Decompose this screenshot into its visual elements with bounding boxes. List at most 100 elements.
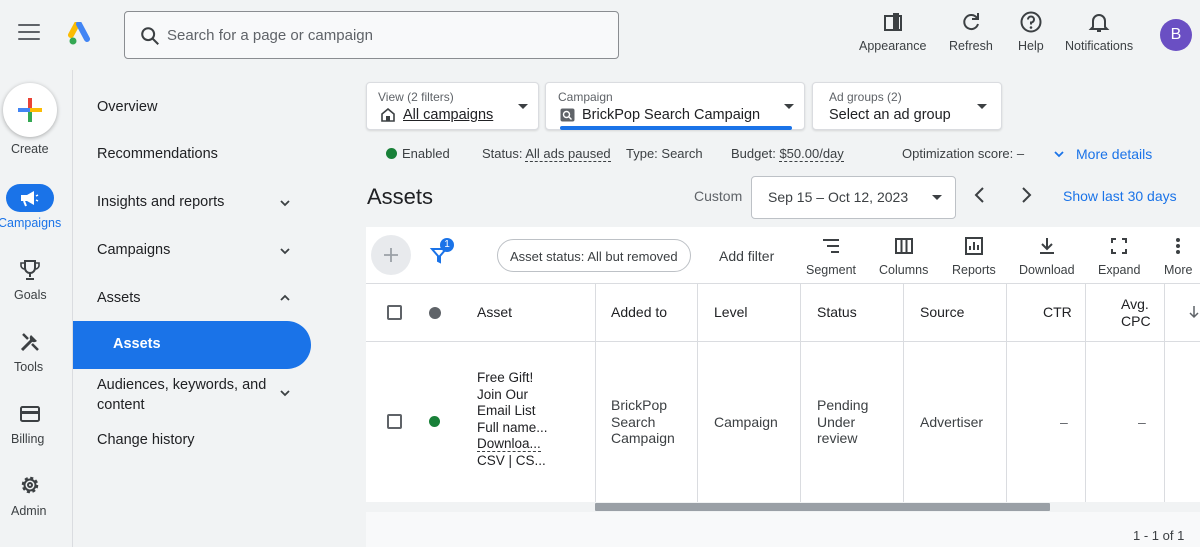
campaigns-label: Campaigns bbox=[0, 216, 62, 230]
nav-item-overview[interactable]: Overview bbox=[97, 99, 157, 115]
create-label: Create bbox=[11, 142, 49, 156]
asset-csv-link[interactable]: CSV | CS... bbox=[477, 453, 548, 470]
nav-item-campaigns[interactable]: Campaigns bbox=[97, 242, 170, 258]
more-details-link[interactable]: More details bbox=[1076, 146, 1152, 162]
view-filter-caption: View (2 filters) bbox=[378, 90, 454, 104]
nav-item-assets-group[interactable]: Assets bbox=[97, 290, 141, 306]
refresh-icon bbox=[963, 13, 979, 31]
budget-value[interactable]: $50.00/day bbox=[779, 146, 844, 162]
ad-groups-filter-caption: Ad groups (2) bbox=[829, 90, 902, 104]
enabled-label: Enabled bbox=[402, 146, 450, 161]
reports-button[interactable]: Reports bbox=[952, 236, 996, 277]
reports-label: Reports bbox=[952, 263, 996, 277]
horizontal-scrollbar[interactable] bbox=[366, 502, 1200, 512]
asset-cell[interactable]: Free Gift! Join Our Email List Full name… bbox=[477, 370, 548, 469]
assets-table-card: 1 Asset status: All but removed Add filt… bbox=[366, 227, 1200, 547]
help-button[interactable]: Help bbox=[1018, 10, 1044, 53]
appearance-label: Appearance bbox=[859, 39, 927, 53]
rail-item-campaigns[interactable]: Campaigns bbox=[0, 184, 62, 234]
chevron-down-icon[interactable] bbox=[278, 386, 292, 400]
nav-item-audiences[interactable]: Audiences, keywords, and content bbox=[97, 375, 266, 415]
megaphone-icon bbox=[21, 191, 39, 207]
nav-item-insights[interactable]: Insights and reports bbox=[97, 194, 224, 210]
dropdown-arrow-icon bbox=[932, 195, 942, 200]
table-toolbar: 1 Asset status: All but removed Add filt… bbox=[366, 227, 1200, 284]
ad-groups-filter-value: Select an ad group bbox=[829, 107, 951, 123]
view-filter-value: All campaigns bbox=[403, 107, 494, 123]
tools-icon bbox=[20, 333, 39, 352]
segment-button[interactable]: Segment bbox=[806, 236, 856, 277]
download-button[interactable]: Download bbox=[1019, 236, 1075, 277]
view-filter-dropdown[interactable]: View (2 filters) All campaigns bbox=[366, 82, 539, 130]
download-label: Download bbox=[1019, 263, 1075, 277]
column-header-level-label: Level bbox=[714, 304, 748, 320]
ads-status-value[interactable]: All ads paused bbox=[525, 146, 611, 162]
plus-icon bbox=[384, 248, 398, 262]
rail-item-admin[interactable]: Admin bbox=[0, 472, 60, 522]
nav-item-recommendations[interactable]: Recommendations bbox=[97, 146, 218, 162]
appearance-button[interactable]: Appearance bbox=[859, 10, 926, 53]
asset-line: Join Our bbox=[477, 386, 529, 402]
status-line: review bbox=[817, 430, 858, 446]
chevron-down-icon[interactable] bbox=[278, 196, 292, 210]
search-input[interactable] bbox=[167, 22, 597, 48]
tools-label: Tools bbox=[14, 360, 44, 374]
admin-label: Admin bbox=[11, 504, 47, 518]
rail-item-billing[interactable]: Billing bbox=[0, 400, 60, 450]
asset-download-link[interactable]: Downloa... bbox=[477, 436, 541, 452]
arrow-down-icon[interactable] bbox=[1188, 305, 1200, 319]
segment-label: Segment bbox=[806, 263, 857, 277]
added-to-line: Campaign bbox=[611, 430, 675, 446]
reports-icon bbox=[964, 237, 983, 255]
ad-groups-filter-dropdown[interactable]: Ad groups (2) Select an ad group bbox=[812, 82, 1002, 130]
date-range-value: Sep 15 – Oct 12, 2023 bbox=[768, 189, 909, 205]
show-last-30-days-link[interactable]: Show last 30 days bbox=[1063, 188, 1177, 204]
more-button[interactable]: More bbox=[1164, 236, 1192, 277]
status-column-dot bbox=[429, 307, 441, 319]
asset-status-filter-label: Asset status: All but removed bbox=[510, 249, 678, 264]
chevron-down-icon[interactable] bbox=[278, 244, 292, 258]
rail-item-tools[interactable]: Tools bbox=[0, 328, 60, 378]
row-checkbox[interactable] bbox=[387, 414, 402, 429]
column-header-asset-label: Asset bbox=[477, 304, 513, 320]
avatar[interactable]: B bbox=[1160, 19, 1192, 51]
google-ads-logo[interactable] bbox=[68, 22, 96, 46]
audiences-label-line1: Audiences, keywords, and bbox=[97, 377, 267, 393]
chevron-right-icon[interactable] bbox=[1016, 185, 1036, 205]
campaign-type: Type: Search bbox=[626, 146, 703, 161]
budget: Budget: $50.00/day bbox=[731, 146, 844, 162]
notifications-button[interactable]: Notifications bbox=[1065, 10, 1133, 53]
create-button[interactable] bbox=[3, 83, 57, 137]
search-box[interactable] bbox=[124, 11, 619, 59]
nav-item-change-history[interactable]: Change history bbox=[97, 432, 195, 448]
refresh-button[interactable]: Refresh bbox=[949, 10, 993, 53]
nav-item-assets[interactable]: Assets bbox=[73, 321, 311, 369]
table-row: Free Gift! Join Our Email List Full name… bbox=[366, 342, 1200, 502]
chevron-left-icon[interactable] bbox=[970, 185, 990, 205]
menu-icon[interactable] bbox=[18, 24, 40, 42]
nav-item-assets-label: Assets bbox=[113, 336, 161, 352]
columns-button[interactable]: Columns bbox=[879, 236, 928, 277]
asset-status-filter-chip[interactable]: Asset status: All but removed bbox=[497, 239, 691, 272]
column-header-ctr-label: CTR bbox=[1043, 304, 1072, 320]
expand-button[interactable]: Expand bbox=[1098, 236, 1140, 277]
download-icon bbox=[1039, 238, 1054, 254]
columns-label: Columns bbox=[879, 263, 929, 277]
campaign-selected-bar bbox=[560, 126, 792, 130]
campaign-filter-dropdown[interactable]: Campaign BrickPop Search Campaign bbox=[545, 82, 805, 130]
add-asset-button[interactable] bbox=[371, 235, 411, 275]
column-header-added-to-label: Added to bbox=[611, 304, 668, 320]
custom-range-label: Custom bbox=[694, 188, 743, 204]
add-filter-button[interactable]: Add filter bbox=[719, 248, 774, 264]
credit-card-icon bbox=[20, 406, 40, 422]
filter-button[interactable]: 1 bbox=[429, 238, 459, 269]
chevron-down-icon[interactable] bbox=[1052, 147, 1066, 161]
chevron-up-icon[interactable] bbox=[278, 291, 292, 305]
select-all-checkbox[interactable] bbox=[387, 305, 402, 320]
left-rail: Create Campaigns Goals Tools Billing Adm… bbox=[0, 70, 73, 547]
scrollbar-thumb[interactable] bbox=[595, 503, 1050, 511]
date-range-picker[interactable]: Sep 15 – Oct 12, 2023 bbox=[751, 176, 956, 219]
table-footer bbox=[366, 512, 1200, 547]
billing-label: Billing bbox=[11, 432, 45, 446]
rail-item-goals[interactable]: Goals bbox=[0, 256, 60, 306]
